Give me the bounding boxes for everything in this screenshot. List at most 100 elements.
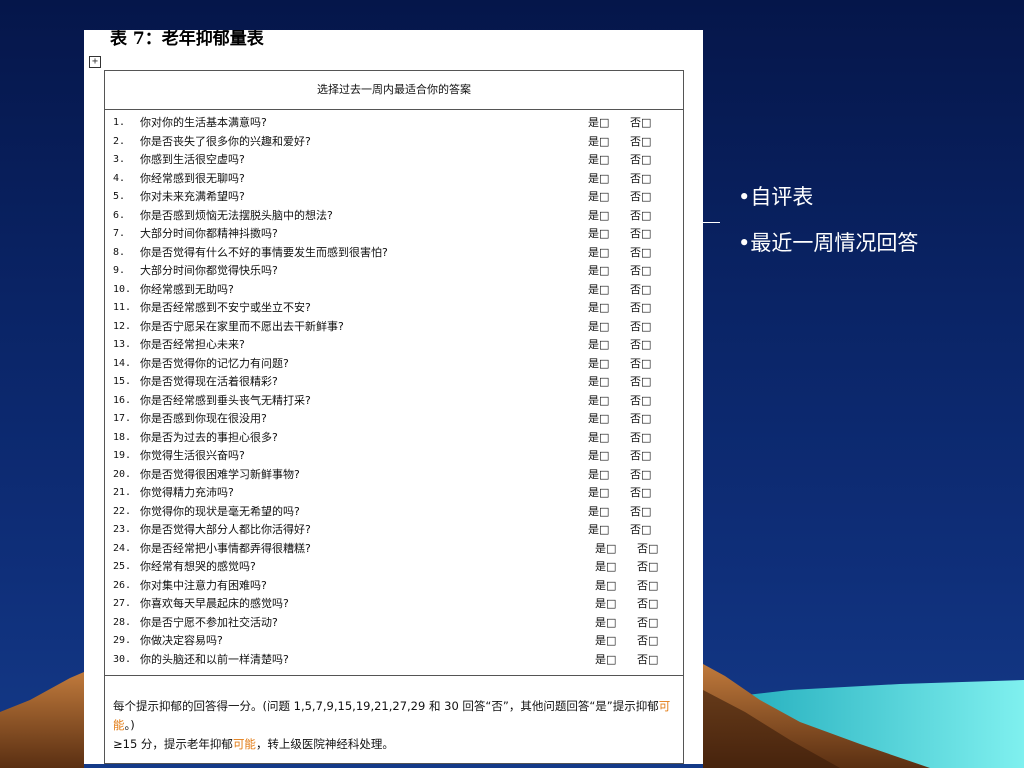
yes-checkbox[interactable]: 是□ bbox=[588, 133, 609, 152]
question-text: 你是否经常把小事情都弄得很糟糕? bbox=[140, 541, 311, 555]
question-row: 16. 你是否经常感到垂头丧气无精打采? 是□ 否□ bbox=[105, 392, 683, 411]
no-checkbox[interactable]: 否□ bbox=[630, 133, 651, 152]
yes-checkbox[interactable]: 是□ bbox=[595, 632, 616, 651]
question-row: 11. 你是否经常感到不安宁或坐立不安? 是□ 否□ bbox=[105, 299, 683, 318]
scoring-note: 每个提示抑郁的回答得一分。(问题 1,5,7,9,15,19,21,27,29 … bbox=[113, 697, 679, 754]
no-checkbox[interactable]: 否□ bbox=[630, 262, 651, 281]
no-checkbox[interactable]: 否□ bbox=[630, 392, 651, 411]
yes-checkbox[interactable]: 是□ bbox=[595, 651, 616, 670]
yes-checkbox[interactable]: 是□ bbox=[588, 151, 609, 170]
no-checkbox[interactable]: 否□ bbox=[630, 114, 651, 133]
question-row: 21. 你觉得精力充沛吗? 是□ 否□ bbox=[105, 484, 683, 503]
no-checkbox[interactable]: 否□ bbox=[637, 595, 658, 614]
scoring-text: 每个提示抑郁的回答得一分。(问题 1,5,7,9,15,19,21,27,29 … bbox=[113, 699, 659, 713]
question-number: 5. bbox=[113, 191, 126, 202]
question-number: 1. bbox=[113, 117, 126, 128]
no-checkbox[interactable]: 否□ bbox=[637, 614, 658, 633]
yes-checkbox[interactable]: 是□ bbox=[588, 466, 609, 485]
yes-checkbox[interactable]: 是□ bbox=[588, 225, 609, 244]
yes-checkbox[interactable]: 是□ bbox=[588, 170, 609, 189]
yes-checkbox[interactable]: 是□ bbox=[588, 521, 609, 540]
question-text: 你对你的生活基本满意吗? bbox=[140, 116, 267, 129]
question-row: 27. 你喜欢每天早晨起床的感觉吗? 是□ 否□ bbox=[105, 595, 683, 614]
no-checkbox[interactable]: 否□ bbox=[630, 244, 651, 263]
yes-checkbox[interactable]: 是□ bbox=[588, 318, 609, 337]
no-checkbox[interactable]: 否□ bbox=[630, 484, 651, 503]
question-number: 11. bbox=[113, 302, 132, 313]
questionnaire-table: 选择过去一周内最适合你的答案 1. 你对你的生活基本满意吗? 是□ 否□ 2. 你是否丧失… bbox=[104, 70, 684, 764]
no-checkbox[interactable]: 否□ bbox=[630, 373, 651, 392]
yes-checkbox[interactable]: 是□ bbox=[588, 355, 609, 374]
bullet-recent-week: •最近一周情况回答 bbox=[738, 231, 919, 255]
no-checkbox[interactable]: 否□ bbox=[630, 336, 651, 355]
question-text: 大部分时间你都觉得快乐吗? bbox=[140, 264, 278, 277]
yes-checkbox[interactable]: 是□ bbox=[588, 299, 609, 318]
no-checkbox[interactable]: 否□ bbox=[630, 207, 651, 226]
no-checkbox[interactable]: 否□ bbox=[637, 558, 658, 577]
question-number: 7. bbox=[113, 228, 126, 239]
yes-checkbox[interactable]: 是□ bbox=[588, 114, 609, 133]
question-row: 12. 你是否宁愿呆在家里而不愿出去干新鲜事? 是□ 否□ bbox=[105, 318, 683, 337]
yes-checkbox[interactable]: 是□ bbox=[588, 447, 609, 466]
question-row: 2. 你是否丧失了很多你的兴趣和爱好? 是□ 否□ bbox=[105, 133, 683, 152]
question-row: 8. 你是否觉得有什么不好的事情要发生而感到很害怕? 是□ 否□ bbox=[105, 244, 683, 263]
no-checkbox[interactable]: 否□ bbox=[630, 151, 651, 170]
yes-checkbox[interactable]: 是□ bbox=[595, 558, 616, 577]
no-checkbox[interactable]: 否□ bbox=[630, 521, 651, 540]
question-text: 你是否为过去的事担心很多? bbox=[140, 430, 278, 444]
scoring-text-end: 。) bbox=[124, 718, 135, 732]
scoring-note-line-2: ≥15 分，提示老年抑郁可能，转上级医院神经科处理。 bbox=[113, 735, 679, 754]
question-row: 23. 你是否觉得大部分人都比你活得好? 是□ 否□ bbox=[105, 521, 683, 540]
no-checkbox[interactable]: 否□ bbox=[630, 429, 651, 448]
no-checkbox[interactable]: 否□ bbox=[630, 355, 651, 374]
question-number: 12. bbox=[113, 320, 132, 332]
threshold-text-end: ，转上级医院神经科处理。 bbox=[255, 737, 394, 751]
yes-checkbox[interactable]: 是□ bbox=[588, 336, 609, 355]
yes-checkbox[interactable]: 是□ bbox=[595, 595, 616, 614]
no-checkbox[interactable]: 否□ bbox=[630, 299, 651, 318]
no-checkbox[interactable]: 否□ bbox=[630, 170, 651, 189]
no-checkbox[interactable]: 否□ bbox=[630, 410, 651, 429]
yes-checkbox[interactable]: 是□ bbox=[595, 577, 616, 596]
question-text: 你经常感到很无聊吗? bbox=[140, 171, 245, 185]
question-number: 30. bbox=[113, 653, 132, 665]
no-checkbox[interactable]: 否□ bbox=[630, 466, 651, 485]
question-number: 9. bbox=[113, 265, 126, 276]
no-checkbox[interactable]: 否□ bbox=[630, 318, 651, 337]
question-row: 30. 你的头脑还和以前一样清楚吗? 是□ 否□ bbox=[105, 651, 683, 670]
no-checkbox[interactable]: 否□ bbox=[630, 225, 651, 244]
no-checkbox[interactable]: 否□ bbox=[630, 188, 651, 207]
question-text: 你是否感到烦恼无法摆脱头脑中的想法? bbox=[140, 208, 333, 222]
highlight-word: 可能 bbox=[232, 737, 256, 751]
yes-checkbox[interactable]: 是□ bbox=[595, 614, 616, 633]
table-header: 选择过去一周内最适合你的答案 bbox=[105, 71, 683, 110]
question-row: 29. 你做决定容易吗? 是□ 否□ bbox=[105, 632, 683, 651]
question-number: 16. bbox=[113, 394, 132, 406]
yes-checkbox[interactable]: 是□ bbox=[588, 262, 609, 281]
yes-checkbox[interactable]: 是□ bbox=[588, 503, 609, 522]
yes-checkbox[interactable]: 是□ bbox=[588, 188, 609, 207]
question-row: 18. 你是否为过去的事担心很多? 是□ 否□ bbox=[105, 429, 683, 448]
bullet-self-rating: •自评表 bbox=[738, 185, 814, 209]
question-number: 21. bbox=[113, 487, 132, 498]
yes-checkbox[interactable]: 是□ bbox=[588, 373, 609, 392]
table-move-handle-icon[interactable]: + bbox=[89, 56, 101, 68]
threshold-text: ≥15 分，提示老年抑郁 bbox=[113, 737, 233, 751]
question-text: 你是否经常担心未来? bbox=[140, 338, 245, 351]
yes-checkbox[interactable]: 是□ bbox=[588, 429, 609, 448]
yes-checkbox[interactable]: 是□ bbox=[588, 392, 609, 411]
no-checkbox[interactable]: 否□ bbox=[630, 447, 651, 466]
no-checkbox[interactable]: 否□ bbox=[637, 540, 658, 559]
yes-checkbox[interactable]: 是□ bbox=[588, 410, 609, 429]
question-text: 你是否经常感到垂头丧气无精打采? bbox=[140, 393, 311, 407]
yes-checkbox[interactable]: 是□ bbox=[588, 484, 609, 503]
no-checkbox[interactable]: 否□ bbox=[637, 577, 658, 596]
no-checkbox[interactable]: 否□ bbox=[630, 503, 651, 522]
yes-checkbox[interactable]: 是□ bbox=[595, 540, 616, 559]
yes-checkbox[interactable]: 是□ bbox=[588, 244, 609, 263]
yes-checkbox[interactable]: 是□ bbox=[588, 207, 609, 226]
yes-checkbox[interactable]: 是□ bbox=[588, 281, 609, 300]
no-checkbox[interactable]: 否□ bbox=[637, 632, 658, 651]
no-checkbox[interactable]: 否□ bbox=[630, 281, 651, 300]
no-checkbox[interactable]: 否□ bbox=[637, 651, 658, 670]
